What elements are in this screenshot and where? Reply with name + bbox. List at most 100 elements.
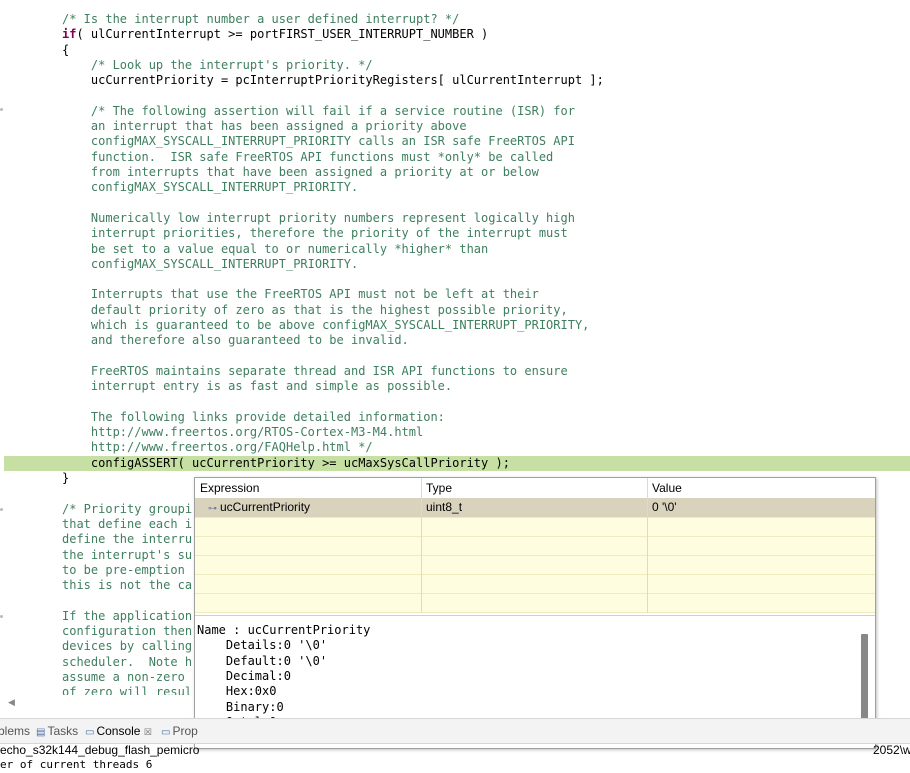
expression-value: 0 '\0' bbox=[652, 500, 677, 514]
code-text: configASSERT( ucCurrentPriority >= ucMax… bbox=[62, 455, 510, 470]
detail-line: Hex:0x0 bbox=[197, 684, 277, 699]
expression-hover-popup[interactable]: Expression Type Value ⊶ ucCurrentPriority… bbox=[194, 477, 876, 749]
code-line: function. ISR safe FreeRTOS API function… bbox=[0, 150, 910, 165]
column-divider bbox=[647, 478, 648, 613]
code-line: http://www.freertos.org/RTOS-Cortex-M3-M… bbox=[0, 425, 910, 440]
expression-table-body: ⊶ ucCurrentPriority uint8_t 0 '\0' bbox=[195, 498, 875, 613]
code-text: Numerically low interrupt priority numbe… bbox=[62, 210, 575, 225]
code-line: FreeRTOS maintains separate thread and I… bbox=[0, 364, 910, 379]
detail-line: Decimal:0 bbox=[197, 668, 291, 683]
console-title-right: 2052\w bbox=[873, 743, 910, 757]
code-line: which is guaranteed to be above configMA… bbox=[0, 318, 910, 333]
code-text: be set to a value equal to or numericall… bbox=[62, 241, 489, 256]
tab-properties[interactable]: ▭ Prop bbox=[161, 719, 198, 743]
code-text: configMAX_SYSCALL_INTERRUPT_PRIORITY. bbox=[62, 180, 359, 195]
console-icon: ▭ bbox=[85, 727, 95, 738]
properties-icon: ▭ bbox=[161, 727, 171, 738]
code-text: { bbox=[62, 42, 70, 57]
code-line: configMAX_SYSCALL_INTERRUPT_PRIORITY. bbox=[0, 257, 910, 272]
code-text: define the interru bbox=[62, 532, 193, 547]
detail-vertical-scrollbar[interactable] bbox=[861, 634, 868, 720]
gutter-fold-marker[interactable] bbox=[0, 508, 3, 511]
value-column-header[interactable]: Value bbox=[647, 478, 875, 498]
table-row bbox=[195, 517, 875, 537]
scroll-left-arrow-icon[interactable]: ◀ bbox=[8, 697, 15, 708]
code-text: default priority of zero as that is the … bbox=[62, 302, 568, 317]
detail-line: Default:0 '\0' bbox=[197, 653, 328, 668]
console-output: er of current threads 6 bbox=[0, 758, 153, 771]
code-text: } bbox=[62, 471, 70, 485]
code-text: configMAX_SYSCALL_INTERRUPT_PRIORITY. bbox=[62, 256, 359, 271]
code-text: devices by calling bbox=[62, 639, 193, 654]
close-icon[interactable]: ☒ bbox=[144, 727, 152, 737]
code-text: /* Look up the interrupt's priority. */ bbox=[62, 57, 373, 72]
code-text: /* Priority groupi bbox=[62, 501, 193, 516]
code-line: an interrupt that has been assigned a pr… bbox=[0, 119, 910, 134]
code-line: { bbox=[0, 43, 910, 58]
tab-tasks[interactable]: ▤ Tasks bbox=[36, 719, 78, 743]
code-text: which is guaranteed to be above configMA… bbox=[62, 318, 590, 332]
code-line: ucCurrentPriority = pcInterruptPriorityR… bbox=[0, 73, 910, 88]
tab-console[interactable]: ▭ Console ☒ bbox=[85, 719, 152, 743]
code-text: Interrupts that use the FreeRTOS API mus… bbox=[62, 287, 539, 302]
code-text: ( ulCurrentInterrupt >= portFIRST_USER_I… bbox=[76, 27, 489, 42]
code-text: of zero will resul bbox=[62, 685, 193, 695]
code-text: configMAX_SYSCALL_INTERRUPT_PRIORITY cal… bbox=[62, 134, 575, 149]
code-line: and therefore also guaranteed to be inva… bbox=[0, 333, 910, 348]
code-line: if( ulCurrentInterrupt >= portFIRST_USER… bbox=[0, 27, 910, 42]
bottom-panel-tabs: blems ▤ Tasks ▭ Console ☒ ▭ Prop bbox=[0, 718, 910, 744]
code-text: interrupt priorities, therefore the prio… bbox=[62, 226, 568, 241]
current-line: configASSERT( ucCurrentPriority >= ucMax… bbox=[4, 455, 910, 471]
code-line: interrupt entry is as fast and simple as… bbox=[0, 379, 910, 394]
code-line: /* The following assertion will fail if … bbox=[0, 104, 910, 119]
code-line: configMAX_SYSCALL_INTERRUPT_PRIORITY. bbox=[0, 180, 910, 195]
code-text: The following links provide detailed inf… bbox=[62, 409, 445, 424]
table-row bbox=[195, 593, 875, 613]
table-row bbox=[195, 574, 875, 594]
code-text: http://www.freertos.org/RTOS-Cortex-M3-M… bbox=[62, 425, 424, 440]
code-text: FreeRTOS maintains separate thread and I… bbox=[62, 363, 568, 378]
code-line: interrupt priorities, therefore the prio… bbox=[0, 226, 910, 241]
code-line: The following links provide detailed inf… bbox=[0, 410, 910, 425]
code-text: interrupt entry is as fast and simple as… bbox=[62, 379, 453, 394]
table-row[interactable]: ⊶ ucCurrentPriority uint8_t 0 '\0' bbox=[195, 498, 875, 518]
code-line: configMAX_SYSCALL_INTERRUPT_PRIORITY cal… bbox=[0, 134, 910, 149]
code-line: from interrupts that have been assigned … bbox=[0, 165, 910, 180]
code-text: to be pre-emption bbox=[62, 562, 193, 577]
gutter-fold-marker[interactable] bbox=[0, 108, 3, 111]
code-text: from interrupts that have been assigned … bbox=[62, 165, 539, 179]
table-row bbox=[195, 555, 875, 575]
keyword: if bbox=[62, 27, 77, 42]
code-line: Numerically low interrupt priority numbe… bbox=[0, 211, 910, 226]
variable-icon: ⊶ bbox=[208, 503, 217, 513]
code-text: this is not the ca bbox=[62, 578, 193, 593]
code-line: be set to a value equal to or numericall… bbox=[0, 242, 910, 257]
type-column-header[interactable]: Type bbox=[421, 478, 647, 498]
code-line: /* Look up the interrupt's priority. */ bbox=[0, 58, 910, 73]
expression-type: uint8_t bbox=[426, 500, 463, 514]
code-text: that define each i bbox=[62, 516, 193, 531]
code-text: /* The following assertion will fail if … bbox=[62, 103, 575, 118]
code-text: the interrupt's su bbox=[62, 547, 193, 562]
code-text: an interrupt that has been assigned a pr… bbox=[62, 119, 467, 134]
code-line: Interrupts that use the FreeRTOS API mus… bbox=[0, 287, 910, 302]
code-text: scheduler. Note h bbox=[62, 654, 193, 669]
detail-line: Binary:0 bbox=[197, 699, 284, 714]
code-text: function. ISR safe FreeRTOS API function… bbox=[62, 149, 554, 164]
detail-line: Name : ucCurrentPriority bbox=[197, 623, 371, 637]
gutter-fold-marker[interactable] bbox=[0, 615, 3, 618]
code-text: assume a non-zero bbox=[62, 669, 193, 684]
tab-problems[interactable]: blems bbox=[0, 719, 30, 743]
expression-column-header[interactable]: Expression bbox=[195, 478, 421, 498]
table-row bbox=[195, 536, 875, 556]
code-line: http://www.freertos.org/FAQHelp.html */ bbox=[0, 440, 910, 455]
expression-name: ucCurrentPriority bbox=[220, 500, 311, 514]
console-title: echo_s32k144_debug_flash_pemicro bbox=[0, 743, 200, 757]
detail-line: Details:0 '\0' bbox=[197, 638, 328, 653]
code-line: default priority of zero as that is the … bbox=[0, 303, 910, 318]
column-divider bbox=[421, 478, 422, 613]
tasks-icon: ▤ bbox=[36, 727, 46, 738]
